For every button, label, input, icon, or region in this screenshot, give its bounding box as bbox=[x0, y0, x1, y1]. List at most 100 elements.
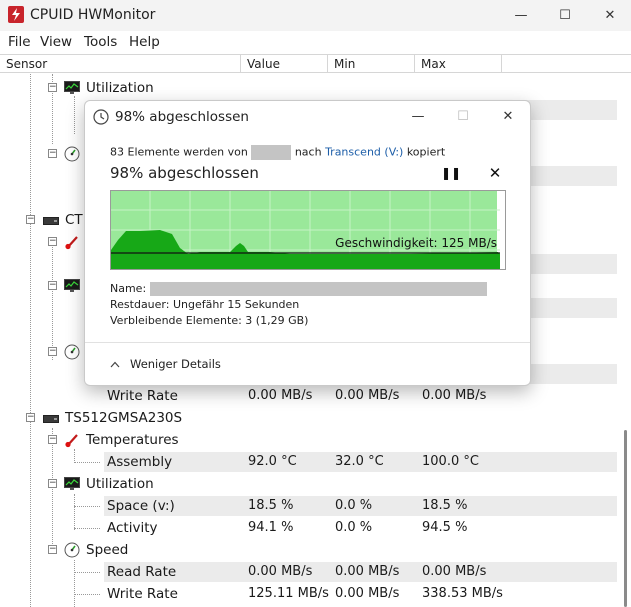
min-cell: 32.0 °C bbox=[335, 454, 384, 469]
throughput-graph: Geschwindigkeit: 125 MB/s bbox=[110, 190, 506, 270]
max-cell: 94.5 % bbox=[422, 520, 468, 535]
sensor-label: Write Rate bbox=[107, 388, 178, 404]
collapse-toggle[interactable]: − bbox=[48, 479, 57, 488]
speed-label: Geschwindigkeit: 125 MB/s bbox=[335, 236, 497, 250]
throughput-graph-svg: Geschwindigkeit: 125 MB/s bbox=[110, 190, 506, 270]
column-min[interactable]: Min bbox=[328, 55, 415, 73]
tree-connector bbox=[74, 462, 100, 463]
collapse-toggle[interactable]: − bbox=[48, 149, 57, 158]
dialog-title-bar: 98% abgeschlossen — ☐ ✕ bbox=[85, 101, 530, 133]
table-row[interactable]: Space (v:) 18.5 % 0.0 % 18.5 % bbox=[0, 495, 631, 517]
menu-view[interactable]: View bbox=[40, 34, 72, 50]
chevron-up-icon bbox=[110, 357, 120, 371]
dialog-close-button[interactable]: ✕ bbox=[498, 107, 518, 127]
thermometer-icon bbox=[64, 234, 80, 250]
monitor-icon bbox=[64, 476, 80, 491]
tree-connector bbox=[74, 572, 100, 573]
collapse-toggle[interactable]: − bbox=[48, 237, 57, 246]
collapse-toggle[interactable]: − bbox=[48, 347, 57, 356]
collapse-toggle[interactable]: − bbox=[26, 413, 35, 422]
table-row[interactable]: Activity 94.1 % 0.0 % 94.5 % bbox=[0, 517, 631, 539]
value-cell: 0.00 MB/s bbox=[248, 564, 313, 579]
tree-group-utilization[interactable]: − Utilization bbox=[0, 77, 631, 99]
sensor-label: Activity bbox=[107, 520, 158, 536]
min-cell: 0.00 MB/s bbox=[335, 564, 400, 579]
tree-group-speed[interactable]: − Speed bbox=[0, 539, 631, 561]
sensor-label: Read Rate bbox=[107, 564, 177, 580]
drive-icon bbox=[43, 215, 59, 230]
column-value[interactable]: Value bbox=[241, 55, 328, 73]
collapse-toggle[interactable]: − bbox=[48, 83, 57, 92]
group-label: Speed bbox=[86, 542, 129, 558]
dialog-separator bbox=[85, 342, 530, 343]
value-cell: 0.00 MB/s bbox=[248, 388, 313, 403]
fewer-details-toggle[interactable]: Weniger Details bbox=[110, 357, 221, 371]
collapse-toggle[interactable]: − bbox=[48, 545, 57, 554]
gauge-icon bbox=[64, 344, 80, 360]
pause-button[interactable]: ❚❚ bbox=[441, 163, 461, 183]
monitor-icon bbox=[64, 278, 80, 293]
desc-suffix: kopiert bbox=[406, 145, 446, 159]
collapse-toggle[interactable]: − bbox=[26, 215, 35, 224]
clock-icon bbox=[93, 109, 109, 125]
window-title: CPUID HWMonitor bbox=[30, 7, 156, 23]
close-button[interactable]: ✕ bbox=[587, 0, 631, 31]
collapse-toggle[interactable]: − bbox=[48, 435, 57, 444]
group-label: Utilization bbox=[86, 476, 154, 492]
tree-group-utilization[interactable]: − Utilization bbox=[0, 473, 631, 495]
menu-help[interactable]: Help bbox=[129, 34, 160, 50]
min-cell: 0.00 MB/s bbox=[335, 586, 400, 601]
sensor-label: Space (v:) bbox=[107, 498, 175, 514]
maximize-button[interactable]: ☐ bbox=[542, 0, 588, 31]
collapse-toggle[interactable]: − bbox=[48, 281, 57, 290]
min-cell: 0.00 MB/s bbox=[335, 388, 400, 403]
tree-connector bbox=[74, 528, 100, 529]
filename-row: Name: bbox=[110, 282, 487, 296]
min-cell: 0.0 % bbox=[335, 520, 373, 535]
column-sensor[interactable]: Sensor bbox=[0, 55, 241, 73]
desc-prefix: 83 Elemente werden von bbox=[110, 145, 248, 159]
value-cell: 94.1 % bbox=[248, 520, 294, 535]
table-row[interactable]: Read Rate 0.00 MB/s 0.00 MB/s 0.00 MB/s bbox=[0, 561, 631, 583]
thermometer-icon bbox=[64, 432, 80, 448]
table-row[interactable]: Write Rate 125.11 MB/s 0.00 MB/s 338.53 … bbox=[0, 583, 631, 605]
menu-tools[interactable]: Tools bbox=[84, 34, 117, 50]
device-label: CT bbox=[65, 212, 83, 228]
dialog-minimize-button[interactable]: — bbox=[408, 107, 428, 127]
remaining-time: Restdauer: Ungefähr 15 Sekunden bbox=[110, 298, 300, 311]
gauge-icon bbox=[64, 542, 80, 558]
max-cell: 338.53 MB/s bbox=[422, 586, 503, 601]
target-drive-link[interactable]: Transcend (V:) bbox=[325, 146, 403, 159]
cancel-copy-button[interactable]: ✕ bbox=[485, 163, 505, 183]
remaining-items: Verbleibende Elemente: 3 (1,29 GB) bbox=[110, 314, 309, 327]
copy-description: 83 Elemente werden von nach Transcend (V… bbox=[110, 145, 445, 160]
drive-icon bbox=[43, 413, 59, 428]
max-cell: 0.00 MB/s bbox=[422, 564, 487, 579]
min-cell: 0.0 % bbox=[335, 498, 373, 513]
table-row[interactable]: Write Rate 0.00 MB/s 0.00 MB/s 0.00 MB/s bbox=[0, 385, 631, 407]
max-cell: 100.0 °C bbox=[422, 454, 479, 469]
tree-connector bbox=[74, 506, 100, 507]
table-row[interactable]: Assembly 92.0 °C 32.0 °C 100.0 °C bbox=[0, 451, 631, 473]
value-cell: 125.11 MB/s bbox=[248, 586, 329, 601]
menu-file[interactable]: File bbox=[8, 34, 31, 50]
menu-bar: File View Tools Help bbox=[0, 31, 631, 53]
vertical-scrollbar[interactable] bbox=[621, 74, 631, 607]
column-max[interactable]: Max bbox=[415, 55, 502, 73]
minimize-button[interactable]: — bbox=[498, 0, 544, 31]
tree-group-temperatures[interactable]: − Temperatures bbox=[0, 429, 631, 451]
hwmonitor-app-icon bbox=[8, 6, 24, 23]
monitor-icon bbox=[64, 80, 80, 95]
value-cell: 18.5 % bbox=[248, 498, 294, 513]
column-header: Sensor Value Min Max bbox=[0, 54, 631, 73]
dialog-maximize-button: ☐ bbox=[457, 109, 469, 124]
group-label: Utilization bbox=[86, 80, 154, 96]
desc-mid: nach bbox=[294, 145, 322, 159]
tree-device-ts512gmsa230s[interactable]: − TS512GMSA230S bbox=[0, 407, 631, 429]
progress-title: 98% abgeschlossen bbox=[110, 164, 259, 182]
dialog-title: 98% abgeschlossen bbox=[115, 109, 249, 125]
max-cell: 18.5 % bbox=[422, 498, 468, 513]
scrollbar-thumb[interactable] bbox=[624, 430, 627, 607]
title-bar: CPUID HWMonitor — ☐ ✕ bbox=[0, 0, 631, 31]
gauge-icon bbox=[64, 146, 80, 162]
